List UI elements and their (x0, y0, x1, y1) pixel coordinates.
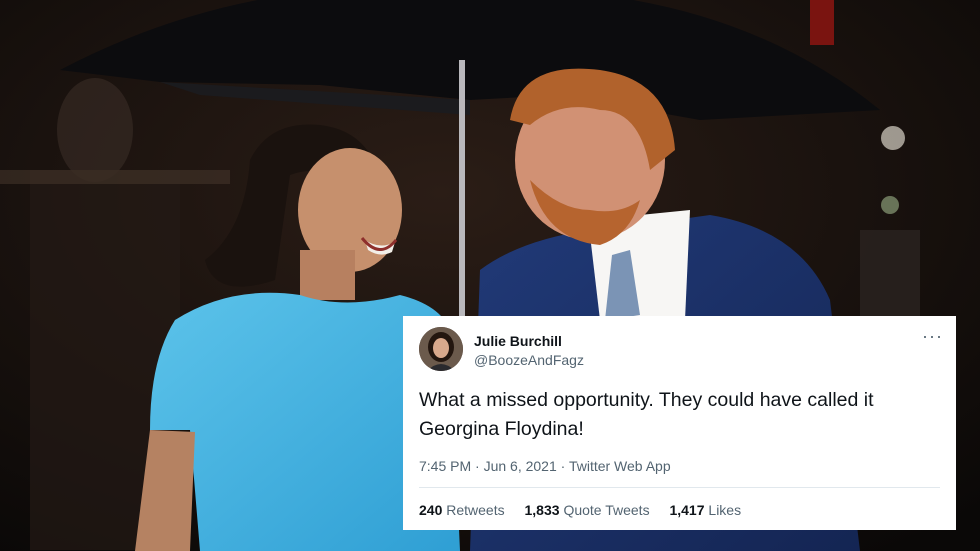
quote-tweets-label: Quote Tweets (563, 502, 650, 518)
likes-count: 1,417 (669, 502, 705, 518)
quote-tweets-stat[interactable]: 1,833 Quote Tweets (525, 502, 650, 518)
tweet-header: Julie Burchill @BoozeAndFagz ··· (419, 316, 942, 384)
tweet-stats: 240 Retweets 1,833 Quote Tweets 1,417 Li… (419, 502, 940, 518)
tweet-text: What a missed opportunity. They could ha… (419, 389, 874, 440)
avatar-portrait-icon (419, 327, 463, 371)
retweets-count: 240 (419, 502, 443, 518)
quote-tweets-count: 1,833 (524, 502, 560, 518)
retweets-label: Retweets (446, 502, 505, 518)
likes-stat[interactable]: 1,417 Likes (669, 502, 741, 518)
likes-label: Likes (708, 502, 742, 518)
divider (419, 487, 940, 488)
tweet-timestamp[interactable]: 7:45 PM · Jun 6, 2021 · Twitter Web App (419, 458, 940, 474)
more-dots-icon[interactable]: ··· (922, 327, 942, 346)
author-names: Julie Burchill @BoozeAndFagz (474, 333, 584, 369)
user-handle[interactable]: @BoozeAndFagz (474, 351, 584, 369)
tweet-card[interactable]: Julie Burchill @BoozeAndFagz ··· What a … (403, 316, 956, 530)
retweets-stat[interactable]: 240 Retweets (419, 502, 505, 518)
display-name[interactable]: Julie Burchill (474, 333, 584, 349)
avatar[interactable] (419, 327, 463, 371)
